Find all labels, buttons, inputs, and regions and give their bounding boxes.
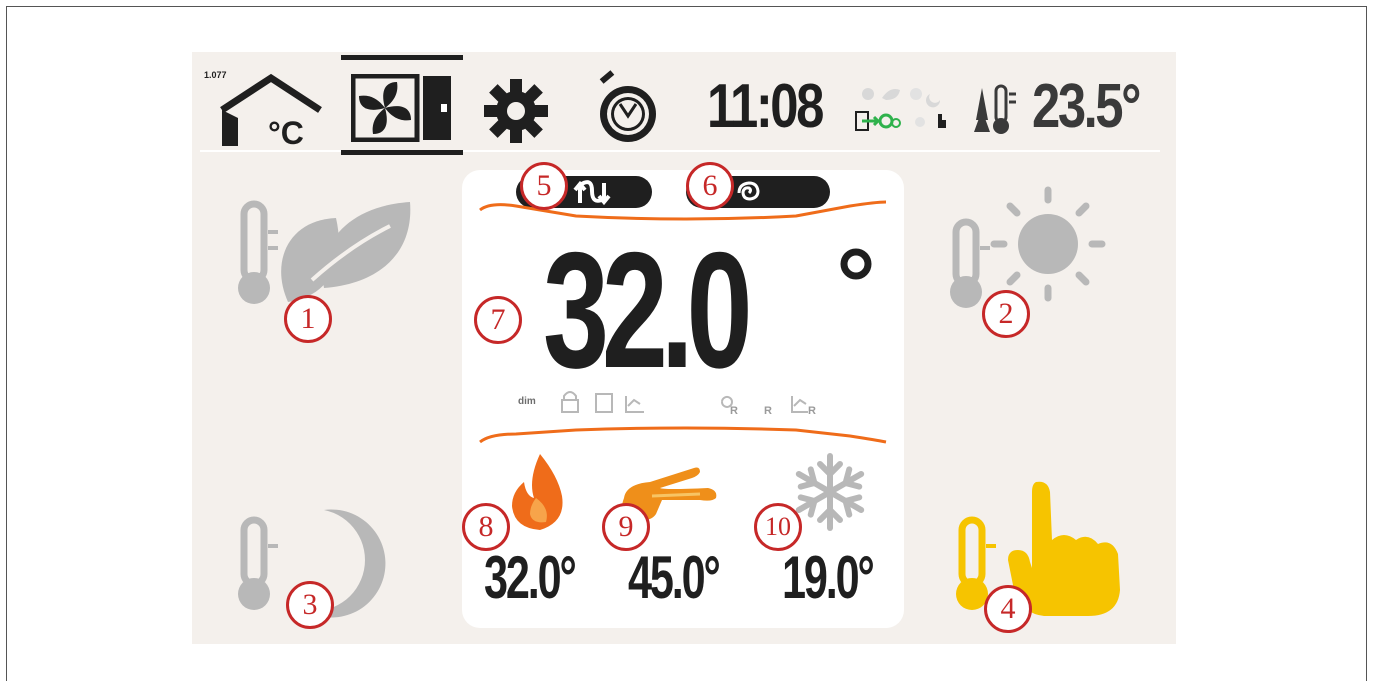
chart-icon [625,396,644,413]
dim-status-label: dim [518,396,536,407]
callout-marker-8: 8 [462,503,510,551]
fan-tab-indicator-top [341,55,463,60]
flame-icon[interactable] [506,452,568,532]
snowflake-icon[interactable] [790,452,870,532]
window-icon [595,393,613,413]
callout-marker-10: 10 [754,503,802,551]
fan-tab-icon[interactable] [351,74,455,142]
callout-marker-2: 2 [982,290,1030,338]
setpoint-degree-symbol [840,248,872,280]
lock-icon [561,391,579,413]
status-icon-row: R R R [561,391,816,416]
manual-mode-button[interactable] [952,478,1132,618]
house-temperature-icon[interactable]: °C [216,70,326,148]
heating-temperature[interactable]: 32.0° [484,548,577,608]
timer-icon[interactable] [592,70,662,146]
sun-status-icon [862,88,874,100]
callout-marker-6: 6 [686,162,734,210]
mode-status-icons [855,88,946,131]
callout-marker-4: 4 [984,585,1032,633]
thermometer-icon [240,200,268,284]
remote-r-label-1: R [730,405,738,416]
callout-marker-7: 7 [474,296,522,344]
hand-status-icon [938,114,946,128]
gear-icon[interactable] [483,78,549,144]
cooling-temperature[interactable]: 19.0° [782,548,875,608]
clock: 11:08 [707,72,824,141]
outdoor-temperature-icon [974,84,1016,134]
remote-r-label-2: R [764,405,772,416]
sun-icon [990,186,1106,302]
callout-marker-3: 3 [286,581,334,629]
setpoint-temperature[interactable]: 32.0 [543,228,753,393]
celsius-unit-label: °C [268,115,304,148]
chart-remote-icon [791,396,808,413]
bottom-accent-line [479,426,887,444]
room-temperature: 23.5° [1032,72,1141,141]
comfort-mode-button[interactable] [944,184,1114,314]
callout-marker-9: 9 [602,503,650,551]
eco-mode-button[interactable] [232,192,422,312]
green-gear-icon [878,113,894,129]
moon-status-icon [910,88,922,100]
leaf-status-icon [882,89,900,100]
fan-tab-indicator-bottom [341,150,463,155]
hot-water-temperature[interactable]: 45.0° [628,548,721,608]
remote-r-label-3: R [808,405,816,416]
callout-marker-5: 5 [520,162,568,210]
callout-marker-1: 1 [284,295,332,343]
